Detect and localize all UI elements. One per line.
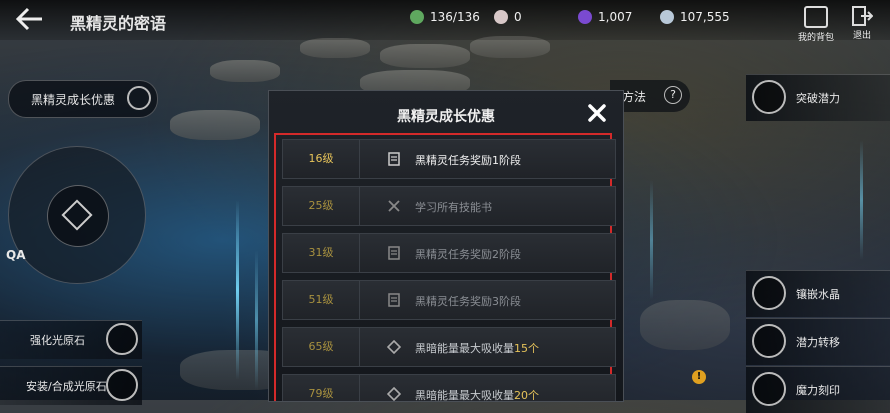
top-bar: 黑精灵的密语 136/136 0 1,007 107,555 我的背包 退出 <box>0 0 890 43</box>
backpack-button[interactable]: 我的背包 <box>796 6 836 43</box>
reward-row[interactable]: 51级 黑精灵任务奖励3阶段 <box>282 280 616 320</box>
resource-dark-gem: 1,007 <box>578 10 632 24</box>
enhance-lightstone-label: 强化光原石 <box>30 334 85 347</box>
reward-text: 黑精灵任务奖励3阶段 <box>415 295 521 308</box>
back-button[interactable] <box>14 6 44 32</box>
resource-energy: 136/136 <box>410 10 480 24</box>
method-label: 方法 <box>622 90 647 104</box>
reward-level: 25级 <box>283 187 360 225</box>
resource-energy-value: 136/136 <box>430 10 480 24</box>
help-icon: ? <box>664 86 682 104</box>
reward-level: 65级 <box>283 328 360 366</box>
silver-coin-icon <box>660 10 674 24</box>
target-ring-icon <box>106 369 138 401</box>
back-arrow-icon <box>15 7 42 31</box>
reward-highlight: 20个 <box>514 389 539 402</box>
reward-level: 79级 <box>283 375 360 401</box>
resource-pearl: 0 <box>494 10 522 24</box>
reward-text: 黑精灵任务奖励2阶段 <box>415 248 521 261</box>
reward-level: 31级 <box>283 234 360 272</box>
diamond-rune-icon <box>387 340 401 354</box>
backpack-label: 我的背包 <box>797 33 834 43</box>
resource-silver: 107,555 <box>660 10 730 24</box>
quest-scroll-icon <box>388 152 400 166</box>
magic-engrave-button[interactable]: 魔力刻印 <box>746 366 890 413</box>
reward-row[interactable]: 31级 黑精灵任务奖励2阶段 <box>282 233 616 273</box>
growth-offer-label: 黑精灵成长优惠 <box>31 93 116 107</box>
reward-list-frame: 16级 黑精灵任务奖励1阶段 25级 学习所有技能书 31级 黑精灵任务奖励2阶… <box>274 133 616 401</box>
install-lightstone-button[interactable]: 安装/合成光原石 <box>0 366 142 405</box>
close-icon <box>588 104 606 122</box>
inlay-crystal-button[interactable]: 镶嵌水晶 <box>746 270 890 317</box>
energy-orb-icon <box>410 10 424 24</box>
diamond-rune-icon <box>387 387 401 401</box>
diamond-icon <box>61 199 93 231</box>
dark-gem-icon <box>578 10 592 24</box>
target-icon <box>127 86 151 110</box>
growth-offer-button[interactable]: 黑精灵成长优惠 <box>8 80 158 118</box>
resource-silver-value: 107,555 <box>680 10 730 24</box>
joystick-knob[interactable] <box>47 185 109 247</box>
reward-text-main: 黑暗能量最大吸收量 <box>415 342 514 355</box>
reward-row[interactable]: 25级 学习所有技能书 <box>282 186 616 226</box>
reward-text: 学习所有技能书 <box>415 201 492 214</box>
page-title: 黑精灵的密语 <box>70 14 167 33</box>
resource-dark-gem-value: 1,007 <box>598 10 633 24</box>
close-button[interactable] <box>585 101 609 125</box>
exit-door-icon <box>852 6 873 26</box>
transfer-potential-button[interactable]: 潜力转移 <box>746 318 890 365</box>
exit-label: 退出 <box>852 31 871 41</box>
exit-button[interactable]: 退出 <box>842 6 882 41</box>
modal-title: 黑精灵成长优惠 <box>397 109 495 125</box>
reward-highlight: 15个 <box>514 342 539 355</box>
backpack-icon <box>804 6 828 28</box>
crystal-icon <box>752 276 786 310</box>
transfer-potential-label: 潜力转移 <box>796 336 840 349</box>
resource-pearl-value: 0 <box>514 10 522 24</box>
swirl-icon <box>106 323 138 355</box>
breakthrough-potential-label: 突破潜力 <box>796 92 840 105</box>
qa-label[interactable]: QA <box>6 248 26 262</box>
crossed-tools-icon <box>388 200 400 212</box>
quest-scroll-icon <box>388 293 400 307</box>
reward-text: 黑精灵任务奖励1阶段 <box>415 154 521 167</box>
reward-text: 黑暗能量最大吸收量15个 <box>415 340 539 356</box>
quest-scroll-icon <box>388 246 400 260</box>
pearl-icon <box>494 10 508 24</box>
engrave-icon <box>752 372 786 406</box>
enhance-lightstone-button[interactable]: 强化光原石 <box>0 320 142 359</box>
reward-level: 51级 <box>283 281 360 319</box>
reward-level: 16级 <box>283 140 360 178</box>
virtual-joystick[interactable] <box>8 146 146 284</box>
magic-engrave-label: 魔力刻印 <box>796 384 840 397</box>
inlay-crystal-label: 镶嵌水晶 <box>796 288 840 301</box>
breakthrough-potential-button[interactable]: 突破潜力 <box>746 74 890 121</box>
reward-row[interactable]: 79级 黑暗能量最大吸收量20个 <box>282 374 616 402</box>
reward-text-main: 黑暗能量最大吸收量 <box>415 389 514 402</box>
growth-offer-modal: 黑精灵成长优惠 16级 黑精灵任务奖励1阶段 25级 学习所有技能书 31级 黑… <box>268 90 624 402</box>
reward-row[interactable]: 65级 黑暗能量最大吸收量15个 <box>282 327 616 367</box>
reward-row[interactable]: 16级 黑精灵任务奖励1阶段 <box>282 139 616 179</box>
transfer-pillars-icon <box>752 324 786 358</box>
warning-badge: ! <box>692 370 706 384</box>
install-lightstone-label: 安装/合成光原石 <box>26 380 107 393</box>
sword-emblem-icon <box>752 80 786 114</box>
